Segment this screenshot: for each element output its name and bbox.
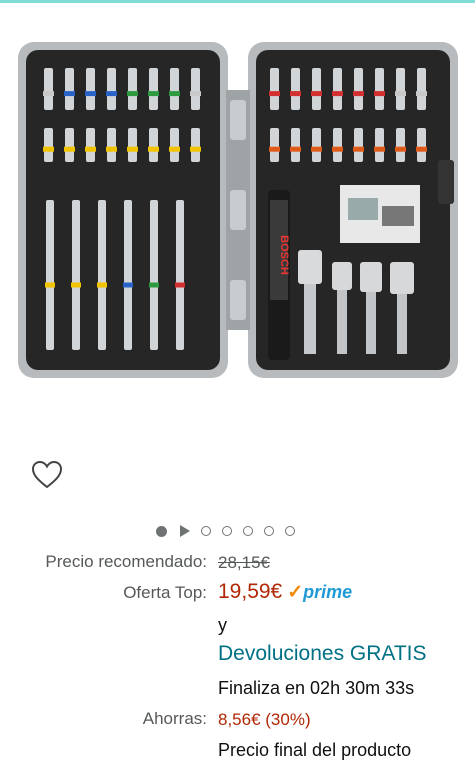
- carousel-dot-4[interactable]: [222, 526, 232, 536]
- prime-check-icon: ✓: [287, 582, 304, 603]
- top-divider: [0, 0, 475, 3]
- product-image[interactable]: BOSCH: [18, 40, 458, 380]
- carousel-dot-7[interactable]: [285, 526, 295, 536]
- savings-value: 8,56€ (30%): [218, 710, 311, 729]
- wishlist-heart-icon[interactable]: [30, 458, 64, 492]
- image-carousel-dots: [156, 522, 295, 540]
- carousel-dot-1[interactable]: [156, 525, 167, 537]
- final-price-note: Precio final del producto: [218, 740, 412, 760]
- prime-badge: prime: [303, 582, 353, 602]
- recommended-price: 28,15€: [218, 553, 270, 572]
- conjunction-text: y: [218, 615, 227, 635]
- offer-label: Oferta Top:: [123, 583, 207, 602]
- recommended-price-label: Precio recomendado:: [45, 552, 207, 571]
- savings-label: Ahorras:: [142, 709, 207, 728]
- free-returns-link[interactable]: Devoluciones GRATIS: [218, 642, 427, 665]
- carousel-dot-6[interactable]: [264, 526, 274, 536]
- offer-price: 19,59€: [218, 580, 283, 603]
- carousel-dot-3[interactable]: [201, 526, 211, 536]
- deal-countdown: Finaliza en 02h 30m 33s: [218, 678, 415, 698]
- play-video-icon[interactable]: [180, 525, 190, 537]
- bosch-logo-text: BOSCH: [278, 235, 290, 275]
- carousel-dot-5[interactable]: [243, 526, 253, 536]
